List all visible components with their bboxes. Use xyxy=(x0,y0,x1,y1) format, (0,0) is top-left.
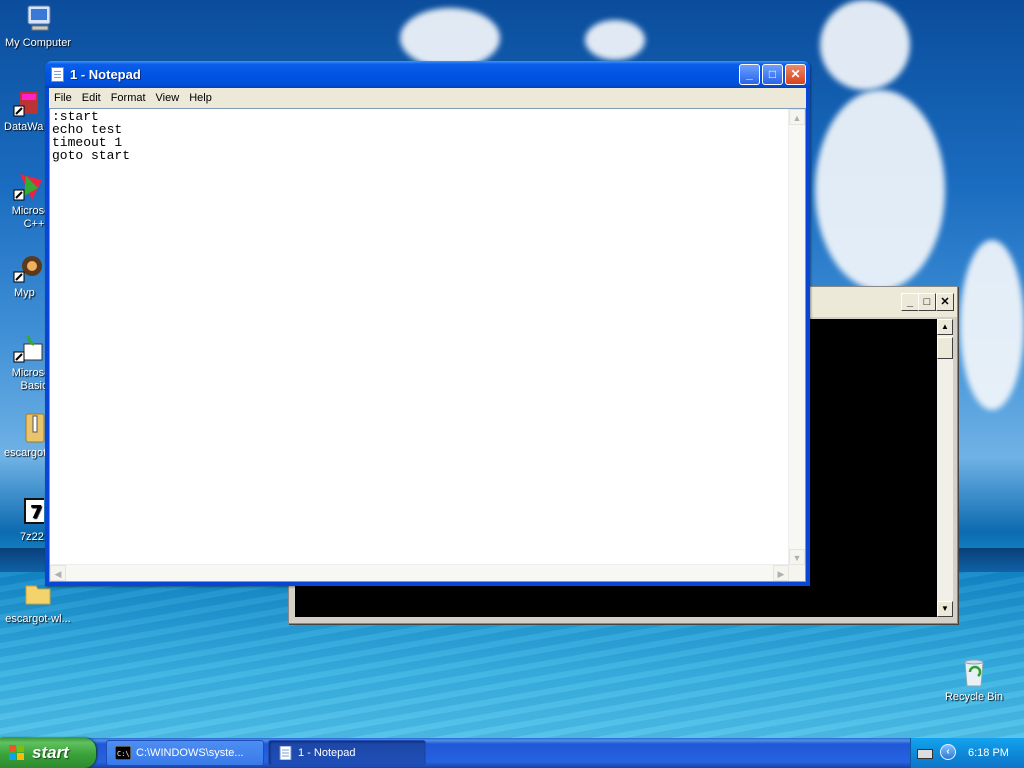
close-button[interactable]: ✕ xyxy=(785,64,806,85)
scroll-up-arrow-icon[interactable]: ▲ xyxy=(937,319,953,335)
cmd-maximize-button[interactable]: □ xyxy=(918,293,936,311)
maximize-button[interactable]: □ xyxy=(762,64,783,85)
visual-cpp-icon xyxy=(12,170,44,202)
datawa-icon xyxy=(12,86,44,118)
text-editor[interactable]: :start echo test timeout 1 goto start ▲ … xyxy=(49,108,806,582)
taskbar-item-label: C:\WINDOWS\syste... xyxy=(136,747,244,759)
taskbar-item-cmd[interactable]: C:\ C:\WINDOWS\syste... xyxy=(106,740,264,766)
minimize-button[interactable]: _ xyxy=(739,64,760,85)
desktop-icon-label: My Computer xyxy=(4,37,72,49)
menu-view[interactable]: View xyxy=(151,88,185,108)
console-icon: C:\ xyxy=(114,745,132,761)
vertical-scrollbar[interactable]: ▲ ▼ xyxy=(788,109,805,565)
application-icon xyxy=(12,252,44,284)
notepad-icon xyxy=(277,745,293,761)
show-hidden-icons-icon[interactable]: ‹ xyxy=(940,744,956,760)
desktop-icon-recycle-bin[interactable]: Recycle Bin xyxy=(936,656,1012,704)
scroll-left-arrow-icon[interactable]: ◀ xyxy=(50,565,66,581)
desktop-icon-label: escargot-wl... xyxy=(5,613,71,625)
desktop-icon-my-computer[interactable]: My Computer xyxy=(0,2,76,50)
notepad-window[interactable]: 1 - Notepad _ □ ✕ File Edit Format View Help… xyxy=(45,61,810,586)
keyboard-icon[interactable] xyxy=(917,749,933,759)
editor-text[interactable]: :start echo test timeout 1 goto start xyxy=(52,110,130,162)
visual-basic-icon xyxy=(12,332,44,364)
menu-edit[interactable]: Edit xyxy=(77,88,106,108)
resize-grip-icon[interactable] xyxy=(789,565,805,581)
notepad-icon xyxy=(51,67,64,82)
menu-file[interactable]: File xyxy=(49,88,77,108)
windows-logo-icon xyxy=(9,745,25,761)
scroll-right-arrow-icon[interactable]: ▶ xyxy=(773,565,789,581)
taskbar-item-label: 1 - Notepad xyxy=(298,747,356,759)
taskbar-item-notepad[interactable]: 1 - Notepad xyxy=(268,740,426,766)
svg-text:7: 7 xyxy=(30,502,43,523)
cmd-scroll-thumb[interactable] xyxy=(937,337,953,359)
computer-icon xyxy=(22,2,54,34)
system-tray: ‹ 6:18 PM xyxy=(910,738,1024,768)
desktop-icon-label: Recycle Bin xyxy=(944,691,1004,703)
menu-format[interactable]: Format xyxy=(106,88,151,108)
7zip-icon: 7 xyxy=(12,496,50,528)
svg-text:C:\: C:\ xyxy=(117,750,130,758)
cmd-minimize-button[interactable]: _ xyxy=(901,293,919,311)
start-button[interactable]: start xyxy=(0,738,96,768)
window-title: 1 - Notepad xyxy=(70,67,141,82)
cmd-close-button[interactable]: ✕ xyxy=(936,293,954,311)
scroll-down-arrow-icon[interactable]: ▼ xyxy=(937,601,953,617)
zip-folder-icon xyxy=(16,412,48,444)
scroll-up-arrow-icon[interactable]: ▲ xyxy=(789,109,805,125)
scroll-down-arrow-icon[interactable]: ▼ xyxy=(789,549,805,565)
recycle-bin-icon xyxy=(958,656,990,688)
start-label: start xyxy=(32,743,69,762)
horizontal-scrollbar[interactable]: ◀ ▶ xyxy=(50,564,789,581)
clock[interactable]: 6:18 PM xyxy=(968,747,1009,759)
taskbar: start C:\ C:\WINDOWS\syste... 1 - Notepa… xyxy=(0,738,1024,768)
menu-help[interactable]: Help xyxy=(184,88,217,108)
notepad-titlebar[interactable]: 1 - Notepad _ □ ✕ xyxy=(45,61,810,88)
cmd-vertical-scrollbar[interactable]: ▲ ▼ xyxy=(937,319,953,617)
menu-bar: File Edit Format View Help xyxy=(49,88,806,108)
